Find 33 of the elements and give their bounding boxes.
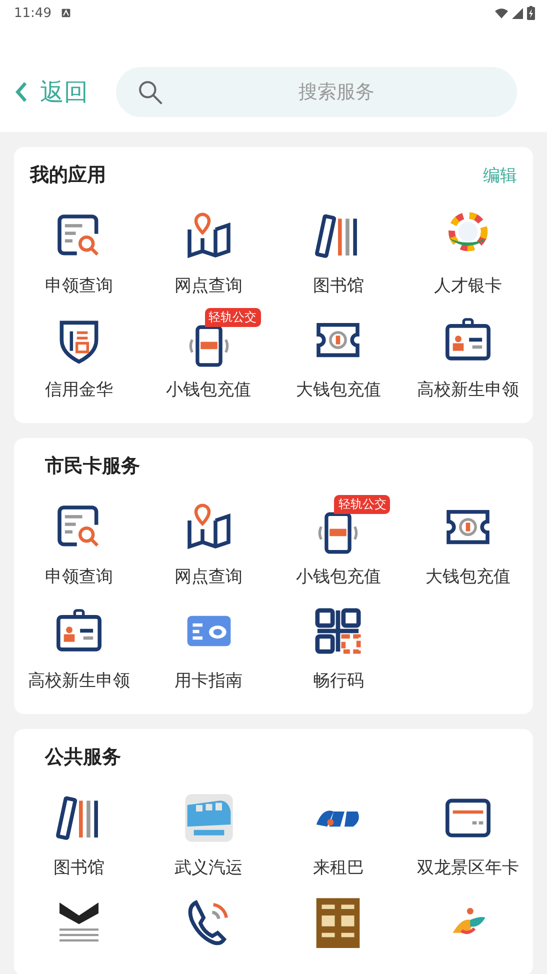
app-label[interactable]: 大钱包充值 <box>426 565 511 588</box>
app-label[interactable]: 图书馆 <box>312 274 364 297</box>
app-label[interactable]: 高校新生申领 <box>417 378 520 401</box>
section-title: 公共服务 <box>45 745 121 770</box>
app-label[interactable]: 图书馆 <box>53 856 104 879</box>
badge-label: 轻轨公交 <box>334 495 390 514</box>
battery-icon <box>527 6 535 20</box>
back-icon <box>14 81 28 103</box>
app-label[interactable]: 信用金华 <box>44 378 113 401</box>
app-label[interactable]: 人才银卡 <box>434 274 502 297</box>
search-icon <box>136 78 164 106</box>
app-label[interactable]: 畅行码 <box>312 669 364 692</box>
app-label[interactable]: 网点查询 <box>174 274 243 297</box>
notification-icon <box>61 8 72 18</box>
app-label[interactable]: 大钱包充值 <box>296 378 381 401</box>
search-field[interactable]: 搜索服务 <box>116 67 517 117</box>
app-label[interactable]: 小钱包充值 <box>166 378 252 401</box>
status-time: 11:49 <box>14 6 52 20</box>
app-label[interactable]: 申领查询 <box>44 565 113 588</box>
app-label[interactable]: 双龙景区年卡 <box>417 856 520 879</box>
section-title: 我的应用 <box>30 163 106 188</box>
app-label[interactable]: 小钱包充值 <box>296 565 381 588</box>
signal-icon <box>511 8 524 18</box>
wifi-icon <box>495 8 508 18</box>
badge-label: 轻轨公交 <box>204 308 261 327</box>
app-label[interactable]: 网点查询 <box>174 565 243 588</box>
app-label[interactable]: 武义汽运 <box>174 856 243 879</box>
app-label[interactable]: 用卡指南 <box>174 669 243 692</box>
app-label[interactable]: 高校新生申领 <box>28 669 130 692</box>
app-label[interactable]: 来租巴 <box>312 856 364 879</box>
bus-logo-icon[interactable] <box>182 792 235 844</box>
section-title: 市民卡服务 <box>45 454 140 479</box>
app-label[interactable]: 申领查询 <box>44 274 113 297</box>
